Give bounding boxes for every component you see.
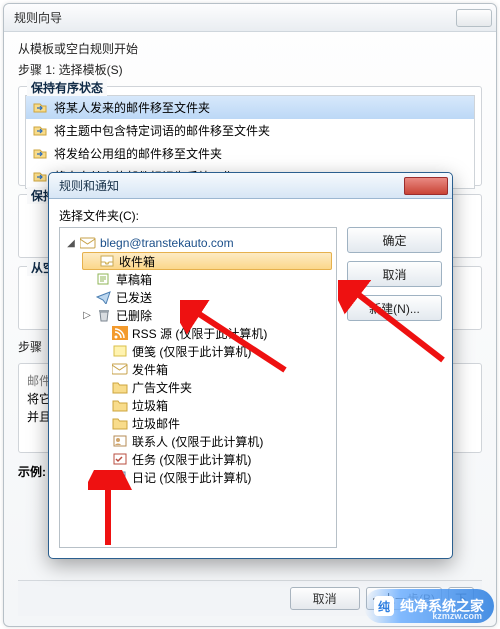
tree-folder-row[interactable]: ▷发件箱 bbox=[98, 360, 332, 378]
move-to-folder-icon bbox=[32, 148, 48, 160]
folder-picker-new-button[interactable]: 新建(N)... bbox=[347, 295, 442, 321]
rss-icon bbox=[112, 326, 128, 340]
tree-folder-label: 收件箱 bbox=[119, 253, 155, 270]
tree-folder-row[interactable]: ▷收件箱 bbox=[82, 252, 332, 270]
journal-icon bbox=[112, 470, 128, 484]
folder-picker-side-buttons: 确定 取消 新建(N)... bbox=[347, 227, 442, 321]
template-item-label: 将主题中包含特定词语的邮件移至文件夹 bbox=[54, 122, 270, 139]
folder-picker-ok-button[interactable]: 确定 bbox=[347, 227, 442, 253]
template-item[interactable]: 将某人发来的邮件移至文件夹 bbox=[26, 96, 474, 119]
tree-folder-label: 草稿箱 bbox=[116, 271, 152, 288]
tree-folder-label: 垃圾邮件 bbox=[132, 415, 180, 432]
tree-folder-row[interactable]: ▷广告文件夹 bbox=[98, 378, 332, 396]
template-item-label: 将某人发来的邮件移至文件夹 bbox=[54, 99, 210, 116]
watermark: 纯 纯净系统之家 kzmzw.com bbox=[364, 589, 494, 623]
tree-folder-label: 已发送 bbox=[116, 289, 152, 306]
watermark-logo-icon: 纯 bbox=[374, 596, 394, 616]
rules-wizard-titlebar[interactable]: 规则向导 bbox=[4, 4, 496, 32]
folder-picker-title: 规则和通知 bbox=[59, 177, 404, 194]
tree-account-label: blegn@transtekauto.com bbox=[100, 236, 234, 250]
folder-picker-close-button[interactable] bbox=[404, 177, 448, 195]
outbox-icon bbox=[112, 362, 128, 376]
tree-folder-label: 已删除 bbox=[116, 307, 152, 324]
folder-picker-label: 选择文件夹(C): bbox=[59, 207, 442, 224]
folder-icon bbox=[112, 380, 128, 394]
tree-folder-row[interactable]: ▷RSS 源 (仅限于此计算机) bbox=[98, 324, 332, 342]
wizard-cancel-button[interactable]: 取消 bbox=[290, 587, 360, 610]
contacts-icon bbox=[112, 434, 128, 448]
tree-folder-row[interactable]: ▷草稿箱 bbox=[82, 270, 332, 288]
drafts-icon bbox=[96, 272, 112, 286]
tree-folder-row[interactable]: ▷已发送 bbox=[82, 288, 332, 306]
intro-line-1: 从模板或空白规则开始 bbox=[18, 40, 482, 57]
move-to-folder-icon bbox=[32, 102, 48, 114]
folder-picker-titlebar[interactable]: 规则和通知 bbox=[49, 173, 452, 199]
watermark-url: kzmzw.com bbox=[432, 611, 482, 621]
rules-wizard-close-button[interactable] bbox=[456, 9, 492, 27]
tree-folder-label: 日记 (仅限于此计算机) bbox=[132, 469, 251, 486]
template-item[interactable]: 将主题中包含特定词语的邮件移至文件夹 bbox=[26, 119, 474, 142]
folder-icon bbox=[112, 416, 128, 430]
tasks-icon bbox=[112, 452, 128, 466]
tree-folder-label: 广告文件夹 bbox=[132, 379, 192, 396]
template-item[interactable]: 将发给公用组的邮件移至文件夹 bbox=[26, 142, 474, 165]
notes-icon bbox=[112, 344, 128, 358]
tree-folder-row[interactable]: ▷垃圾箱 bbox=[98, 396, 332, 414]
account-icon bbox=[80, 236, 96, 250]
tree-folder-label: 任务 (仅限于此计算机) bbox=[132, 451, 251, 468]
tree-folder-label: RSS 源 (仅限于此计算机) bbox=[132, 325, 267, 342]
move-to-folder-icon bbox=[32, 171, 48, 183]
tree-folder-label: 发件箱 bbox=[132, 361, 168, 378]
tree-account-row[interactable]: ◢ blegn@transtekauto.com bbox=[66, 234, 332, 252]
collapse-icon[interactable]: ◢ bbox=[66, 238, 76, 248]
tree-folder-row[interactable]: ▷便笺 (仅限于此计算机) bbox=[98, 342, 332, 360]
rules-wizard-title: 规则向导 bbox=[14, 9, 456, 26]
tree-folder-row[interactable]: ▷任务 (仅限于此计算机) bbox=[98, 450, 332, 468]
tree-folder-label: 联系人 (仅限于此计算机) bbox=[132, 433, 263, 450]
ordered-group-title: 保持有序状态 bbox=[27, 79, 107, 96]
folder-picker-cancel-button[interactable]: 取消 bbox=[347, 261, 442, 287]
tree-folder-label: 便笺 (仅限于此计算机) bbox=[132, 343, 251, 360]
sent-icon bbox=[96, 290, 112, 304]
folder-tree[interactable]: ◢blegn@transtekauto.com▷收件箱▷草稿箱▷已发送▷已删除▷… bbox=[59, 227, 337, 548]
folder-icon bbox=[112, 398, 128, 412]
tree-folder-row[interactable]: ▷垃圾邮件 bbox=[98, 414, 332, 432]
deleted-icon bbox=[96, 308, 112, 322]
folder-picker-dialog: 规则和通知 选择文件夹(C): ◢ blegn@transtekauto.com ▷… bbox=[48, 172, 453, 559]
move-to-folder-icon bbox=[32, 125, 48, 137]
folder-picker-body: 选择文件夹(C): ◢blegn@transtekauto.com▷收件箱▷草稿… bbox=[49, 199, 452, 558]
ordered-group: 保持有序状态 将某人发来的邮件移至文件夹将主题中包含特定词语的邮件移至文件夹将发… bbox=[18, 86, 482, 186]
tree-folder-row[interactable]: ▷日记 (仅限于此计算机) bbox=[98, 468, 332, 486]
intro-line-2: 步骤 1: 选择模板(S) bbox=[18, 61, 482, 78]
expand-icon[interactable]: ▷ bbox=[82, 310, 92, 320]
inbox-icon bbox=[99, 254, 115, 268]
tree-folder-row[interactable]: ▷ 已删除 bbox=[82, 306, 332, 324]
template-item-label: 将发给公用组的邮件移至文件夹 bbox=[54, 145, 222, 162]
tree-folder-row[interactable]: ▷联系人 (仅限于此计算机) bbox=[98, 432, 332, 450]
tree-folder-label: 垃圾箱 bbox=[132, 397, 168, 414]
